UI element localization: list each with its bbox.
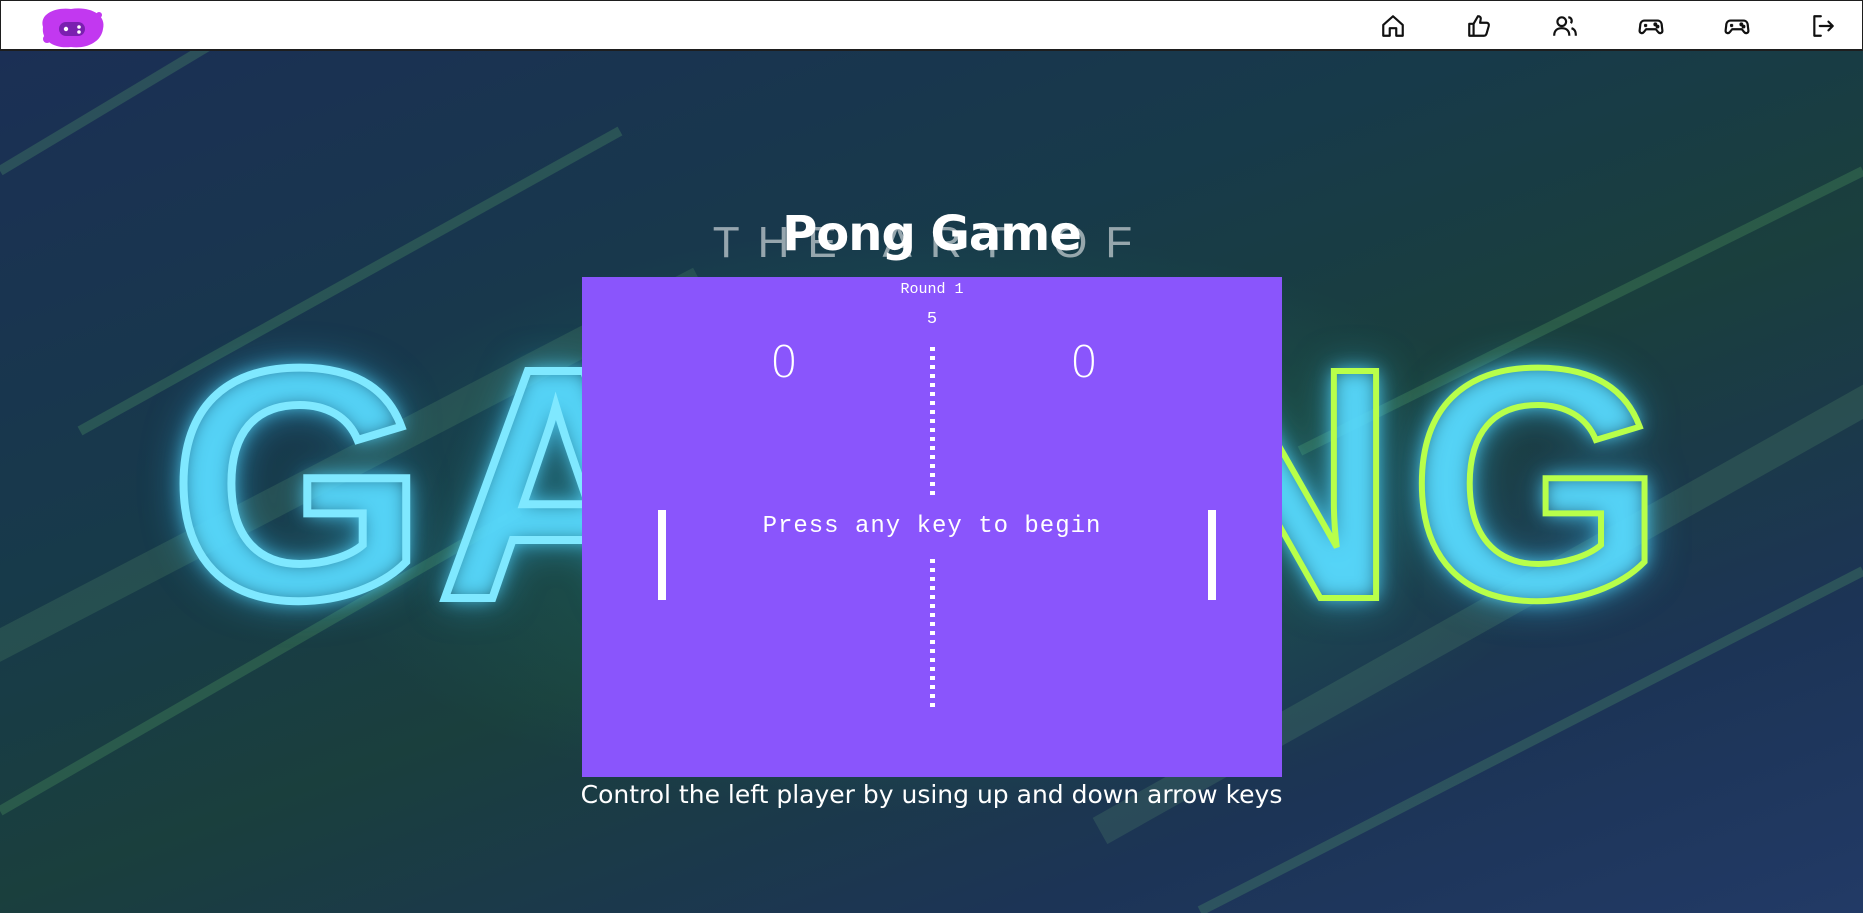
instructions-text: Control the left player by using up and … [580,780,1283,809]
net-bottom [930,559,935,709]
score-left: 0 [770,337,798,388]
home-icon[interactable] [1380,13,1406,39]
thumbs-up-icon[interactable] [1466,13,1492,39]
gamepad-alt-icon[interactable] [1724,13,1750,39]
net-top [930,347,935,499]
top-navbar [0,0,1863,51]
logout-icon[interactable] [1810,13,1836,39]
logo-icon [42,8,104,48]
friends-icon[interactable] [1552,13,1578,39]
page-title: Pong Game [782,206,1082,262]
score-right: 0 [1070,337,1098,388]
countdown-timer: 5 [926,310,938,329]
gamepad-icon[interactable] [1638,13,1664,39]
start-prompt: Press any key to begin [762,513,1102,540]
logo[interactable] [35,5,109,49]
round-label: Round 1 [900,281,964,298]
pong-court[interactable]: Round 1 5 0 0 Press any key to begin [582,277,1282,777]
